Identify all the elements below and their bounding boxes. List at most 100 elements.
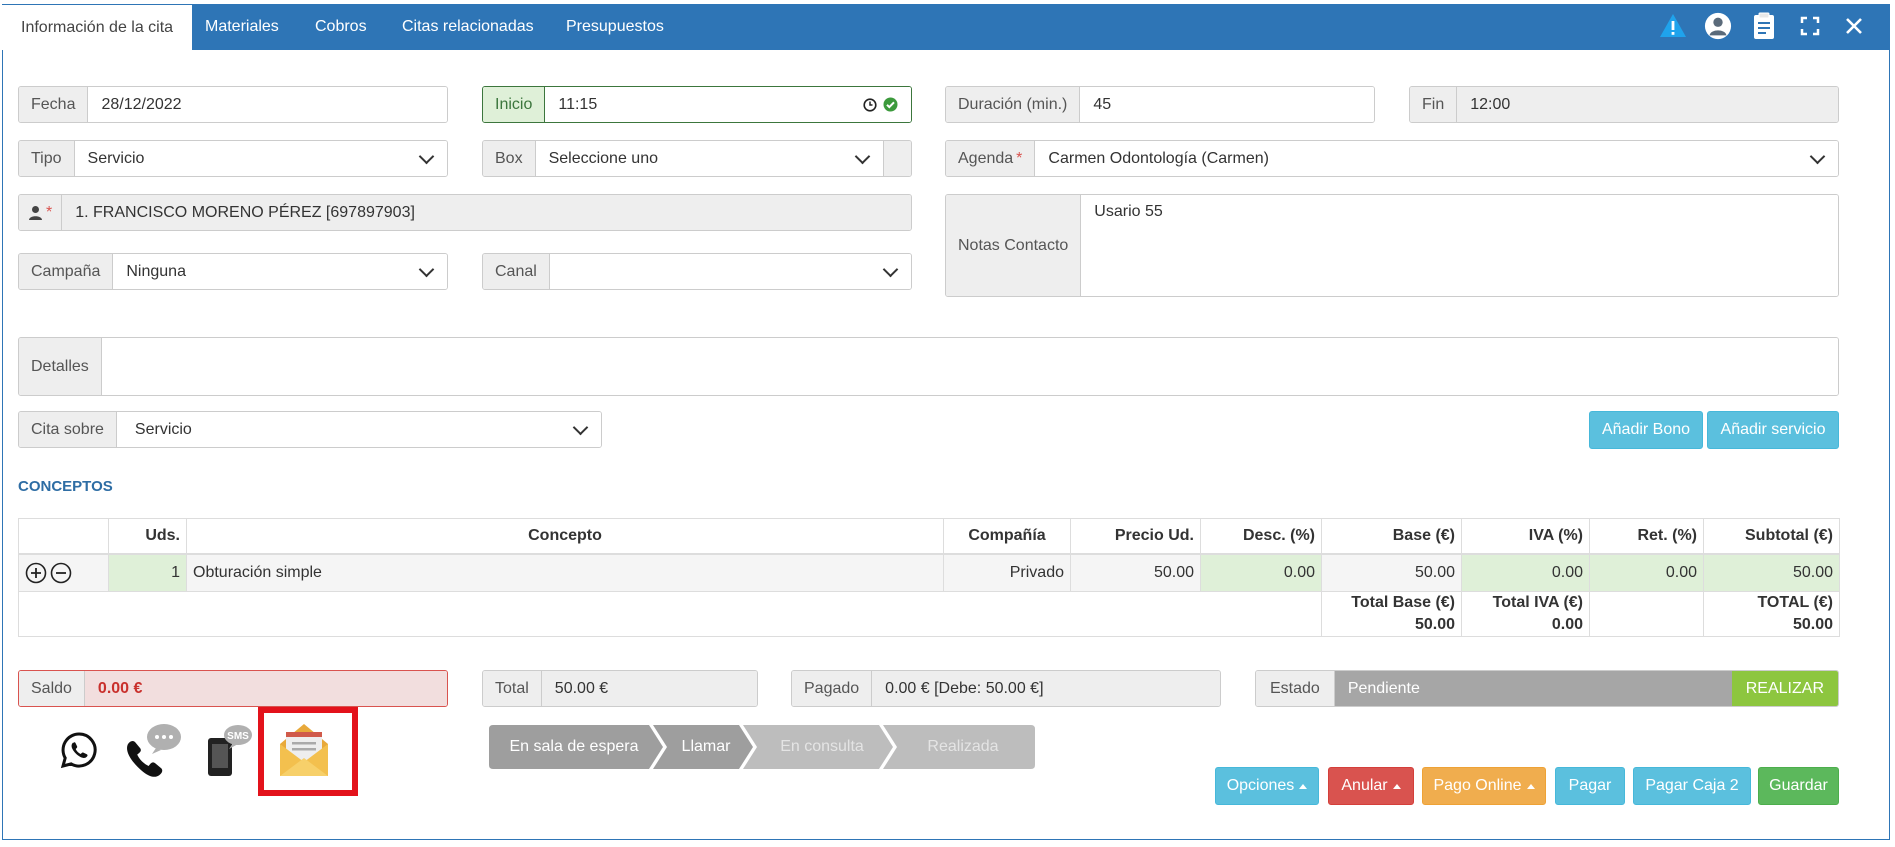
- step-llamar[interactable]: Llamar: [661, 725, 751, 769]
- box-select[interactable]: Seleccione uno: [535, 141, 884, 176]
- tipo-label: Tipo: [19, 141, 75, 176]
- tab-materiales[interactable]: Materiales: [186, 4, 298, 50]
- tipo-field: Tipo Servicio: [18, 140, 448, 177]
- required-mark: *: [46, 203, 53, 221]
- fullscreen-icon[interactable]: [1796, 12, 1824, 40]
- fin-label: Fin: [1410, 87, 1458, 122]
- clock-icon[interactable]: [863, 97, 877, 112]
- guardar-button[interactable]: Guardar: [1758, 767, 1839, 805]
- total-iva-label: Total IVA (€): [1492, 594, 1583, 611]
- saldo-label: Saldo: [19, 671, 85, 706]
- agenda-select[interactable]: Carmen Odontología (Carmen): [1035, 141, 1838, 176]
- canal-field: Canal: [482, 253, 912, 290]
- chevron-down-icon: [854, 148, 871, 164]
- conceptos-title: CONCEPTOS: [18, 478, 113, 495]
- whatsapp-icon[interactable]: [59, 730, 99, 770]
- duracion-label: Duración (min.): [946, 87, 1081, 122]
- total-base-value: 50.00: [1414, 616, 1455, 633]
- subtotal-header: Subtotal (€): [1703, 518, 1840, 555]
- phone-call-icon[interactable]: [122, 722, 184, 778]
- pagar-caja2-button[interactable]: Pagar Caja 2: [1633, 767, 1751, 805]
- canal-select[interactable]: [549, 254, 911, 289]
- anadir-servicio-button[interactable]: Añadir servicio: [1707, 411, 1839, 449]
- campana-select[interactable]: Ninguna: [113, 254, 447, 289]
- anular-label: Anular: [1341, 777, 1388, 794]
- tab-presupuestos[interactable]: Presupuestos: [547, 4, 683, 50]
- inicio-label: Inicio: [483, 87, 546, 122]
- step-en-sala-espera[interactable]: En sala de espera: [489, 725, 659, 769]
- cita-sobre-value: Servicio: [134, 420, 192, 438]
- status-steps: En sala de espera Llamar En consulta Rea…: [489, 725, 1035, 769]
- email-icon[interactable]: [276, 720, 332, 780]
- paciente-label: *: [19, 195, 63, 230]
- duracion-input[interactable]: 45: [1080, 87, 1374, 122]
- opciones-button[interactable]: Opciones: [1215, 767, 1319, 805]
- clipboard-icon[interactable]: [1750, 12, 1778, 40]
- total-value: 50.00: [1792, 616, 1833, 633]
- user-icon: [29, 206, 42, 220]
- tab-cobros[interactable]: Cobros: [296, 4, 386, 50]
- anular-button[interactable]: Anular: [1328, 767, 1414, 805]
- total-field: Total 50.00 €: [482, 670, 758, 707]
- pagar-button[interactable]: Pagar: [1555, 767, 1625, 805]
- inicio-time-input[interactable]: 11:15: [545, 87, 911, 122]
- agenda-label: Agenda *: [946, 141, 1036, 176]
- detalles-textarea[interactable]: [101, 338, 1838, 395]
- tipo-select[interactable]: Servicio: [74, 141, 447, 176]
- duracion-field: Duración (min.) 45: [945, 86, 1375, 123]
- close-icon[interactable]: [1840, 12, 1868, 40]
- uds-cell[interactable]: 1: [108, 553, 187, 592]
- pagado-field: Pagado 0.00 € [Debe: 50.00 €]: [791, 670, 1221, 707]
- saldo-field: Saldo 0.00 €: [18, 670, 448, 707]
- compania-header: Compañía: [943, 518, 1071, 555]
- row-actions: [18, 553, 109, 592]
- total-iva-value: 0.00: [1551, 616, 1583, 633]
- tipo-value: Servicio: [87, 149, 145, 167]
- concepto-header: Concepto: [186, 518, 944, 555]
- paciente-field: * 1. FRANCISCO MORENO PÉREZ [697897903]: [18, 194, 912, 231]
- iva-header: IVA (%): [1461, 518, 1590, 555]
- step-en-consulta[interactable]: En consulta: [757, 725, 887, 769]
- tab-informacion-cita[interactable]: Información de la cita: [2, 4, 193, 50]
- compania-cell: Privado: [943, 553, 1071, 592]
- total-cell: TOTAL (€) 50.00: [1703, 591, 1840, 637]
- detalles-label: Detalles: [19, 338, 102, 395]
- inicio-field: Inicio 11:15: [482, 86, 912, 123]
- canal-label: Canal: [483, 254, 550, 289]
- step-realizada[interactable]: Realizada: [893, 725, 1033, 769]
- desc-cell[interactable]: 0.00: [1200, 553, 1322, 592]
- notas-contacto-textarea[interactable]: Usario 55: [1081, 195, 1838, 296]
- chevron-down-icon: [418, 261, 435, 277]
- paciente-input[interactable]: 1. FRANCISCO MORENO PÉREZ [697897903]: [62, 195, 911, 230]
- add-row-icon[interactable]: [25, 562, 47, 584]
- fecha-input[interactable]: 28/12/2022: [88, 87, 447, 122]
- opciones-label: Opciones: [1226, 777, 1295, 794]
- precio-cell: 50.00: [1070, 553, 1201, 592]
- pago-online-button[interactable]: Pago Online: [1422, 767, 1546, 805]
- pagado-label: Pagado: [792, 671, 873, 706]
- total-base-cell: Total Base (€) 50.00: [1321, 591, 1462, 637]
- ret-cell[interactable]: 0.00: [1589, 553, 1704, 592]
- base-header: Base (€): [1321, 518, 1462, 555]
- base-cell: 50.00: [1321, 553, 1462, 592]
- uds-header: Uds.: [108, 518, 187, 555]
- fin-input: 12:00: [1457, 87, 1838, 122]
- totals-empty-cell: [1589, 591, 1704, 637]
- realizar-button[interactable]: REALIZAR: [1731, 671, 1838, 706]
- remove-row-icon[interactable]: [50, 562, 72, 584]
- table-row: 1 Obturación simple Privado 50.00 0.00 5…: [18, 553, 1840, 592]
- warning-icon[interactable]: [1659, 12, 1687, 40]
- campana-label: Campaña: [19, 254, 114, 289]
- user-avatar-icon[interactable]: [1704, 12, 1732, 40]
- pago-online-label: Pago Online: [1433, 777, 1522, 794]
- cita-sobre-select[interactable]: Servicio: [116, 412, 601, 447]
- caret-up-icon: [1526, 783, 1535, 789]
- anadir-bono-button[interactable]: Añadir Bono: [1589, 411, 1703, 449]
- tab-citas-relacionadas[interactable]: Citas relacionadas: [383, 4, 553, 50]
- desc-header: Desc. (%): [1200, 518, 1322, 555]
- iva-cell[interactable]: 0.00: [1461, 553, 1590, 592]
- table-header-row: Uds. Concepto Compañía Precio Ud. Desc. …: [18, 518, 1840, 555]
- fin-field: Fin 12:00: [1409, 86, 1839, 123]
- totals-spacer: [18, 591, 1322, 637]
- sms-icon[interactable]: SMS: [205, 722, 253, 778]
